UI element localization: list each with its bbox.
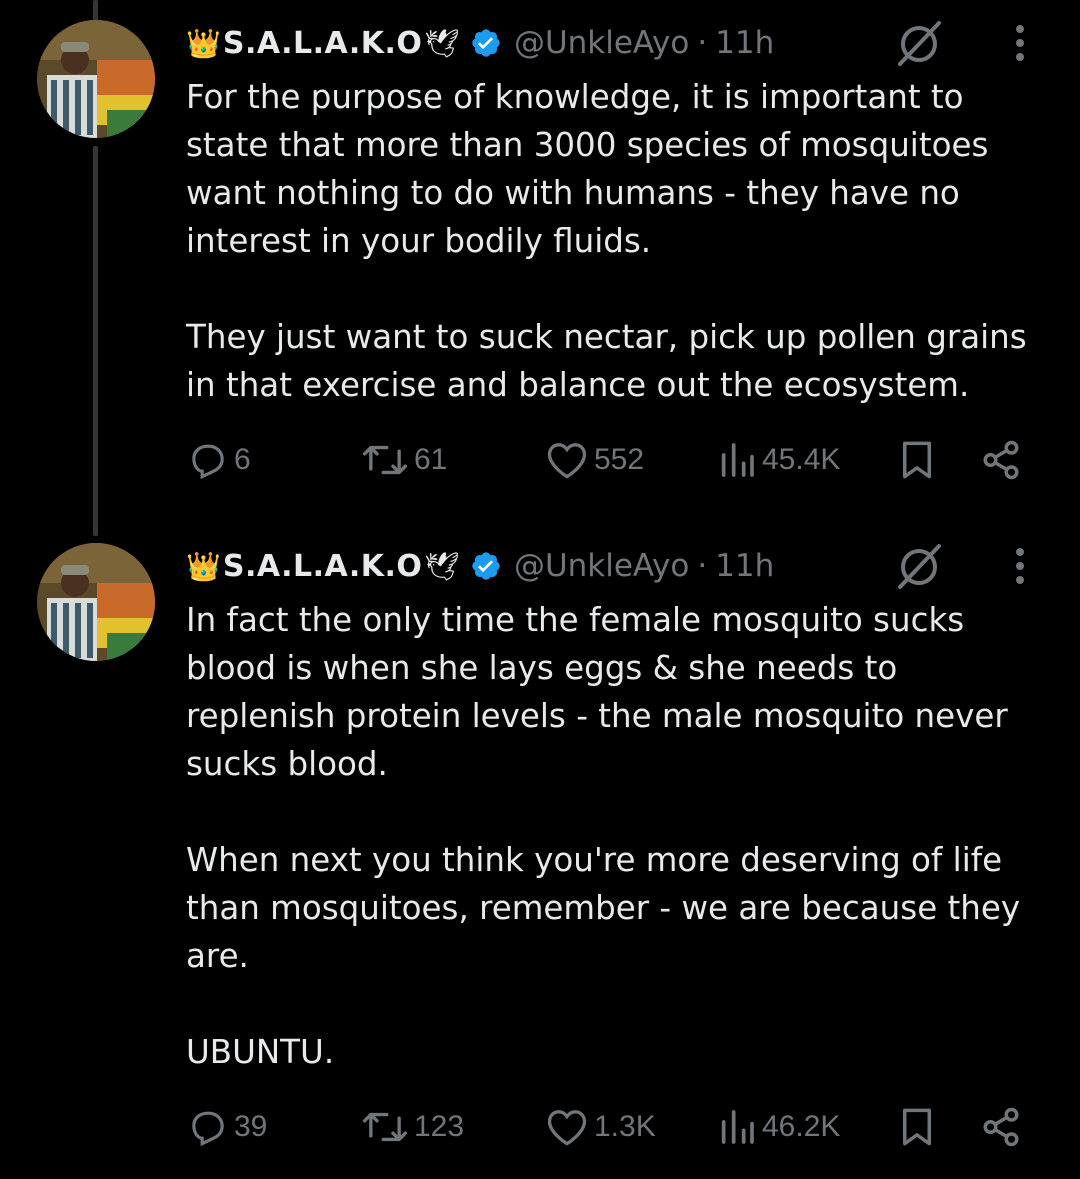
bookmark-button[interactable] [898, 1097, 936, 1157]
share-button[interactable] [980, 430, 1022, 490]
thread-connector-line [93, 0, 98, 22]
repost-count: 123 [414, 1110, 465, 1143]
author-display-name[interactable]: S.A.L.A.K.O [223, 549, 423, 584]
share-icon [983, 1107, 1019, 1147]
avatar[interactable] [37, 20, 155, 138]
author-display-name[interactable]: S.A.L.A.K.O [223, 26, 423, 61]
tweet-paragraph: They just want to suck nectar, pick up p… [186, 318, 1027, 404]
tweet-paragraph: In fact the only time the female mosquit… [186, 601, 1008, 783]
views-button[interactable]: 45.4K [718, 430, 840, 490]
heart-icon [547, 1110, 587, 1146]
repost-button[interactable]: 61 [362, 430, 447, 490]
repost-icon [362, 445, 408, 475]
bookmark-icon [903, 441, 931, 479]
reply-button[interactable]: 39 [188, 1097, 267, 1157]
tweet-actions: 6 61 552 45.4K [186, 430, 1026, 490]
separator-dot: · [697, 548, 708, 584]
timestamp[interactable]: 11h [715, 25, 774, 61]
repost-button[interactable]: 123 [362, 1097, 464, 1157]
bookmark-icon [903, 1108, 931, 1146]
reply-icon [192, 1111, 224, 1147]
avatar[interactable] [37, 543, 155, 661]
like-count: 1.3K [594, 1110, 656, 1143]
grok-icon[interactable] [893, 540, 945, 592]
verified-badge-icon [470, 550, 502, 582]
repost-count: 61 [414, 443, 448, 476]
views-count: 45.4K [762, 443, 841, 476]
repost-icon [362, 1112, 408, 1142]
tweet-text: For the purpose of knowledge, it is impo… [186, 73, 1046, 409]
share-icon [983, 440, 1019, 480]
tweet-paragraph: UBUNTU. [186, 1033, 335, 1071]
tweet-paragraph: For the purpose of knowledge, it is impo… [186, 78, 989, 260]
heart-icon [547, 443, 587, 479]
author-handle[interactable]: @UnkleAyo [514, 25, 689, 61]
bookmark-button[interactable] [898, 430, 936, 490]
tweet-header: 👑 S.A.L.A.K.O 🕊 @UnkleAyo · 11h [186, 541, 774, 591]
reply-count: 39 [234, 1110, 268, 1143]
tweet-text: In fact the only time the female mosquit… [186, 596, 1046, 1076]
author-handle[interactable]: @UnkleAyo [514, 548, 689, 584]
views-icon [721, 443, 754, 477]
crown-emoji: 👑 [186, 26, 221, 60]
dove-emoji: 🕊 [424, 26, 460, 60]
views-count: 46.2K [762, 1110, 841, 1143]
tweet-actions: 39 123 1.3K 46.2K [186, 1097, 1026, 1157]
views-button[interactable]: 46.2K [718, 1097, 840, 1157]
like-button[interactable]: 1.3K [546, 1097, 656, 1157]
dove-emoji: 🕊 [424, 549, 460, 583]
share-button[interactable] [980, 1097, 1022, 1157]
separator-dot: · [697, 25, 708, 61]
reply-count: 6 [234, 443, 251, 476]
thread-connector-line [93, 146, 98, 536]
reply-icon [192, 444, 224, 480]
crown-emoji: 👑 [186, 549, 221, 583]
views-icon [721, 1110, 754, 1144]
tweet-paragraph: When next you think you're more deservin… [186, 841, 1021, 975]
grok-icon[interactable] [893, 17, 945, 69]
timestamp[interactable]: 11h [715, 548, 774, 584]
verified-badge-icon [470, 27, 502, 59]
reply-button[interactable]: 6 [188, 430, 251, 490]
like-button[interactable]: 552 [546, 430, 644, 490]
more-icon[interactable] [1004, 540, 1036, 592]
tweet-header: 👑 S.A.L.A.K.O 🕊 @UnkleAyo · 11h [186, 18, 774, 68]
like-count: 552 [594, 443, 645, 476]
more-icon[interactable] [1004, 17, 1036, 69]
